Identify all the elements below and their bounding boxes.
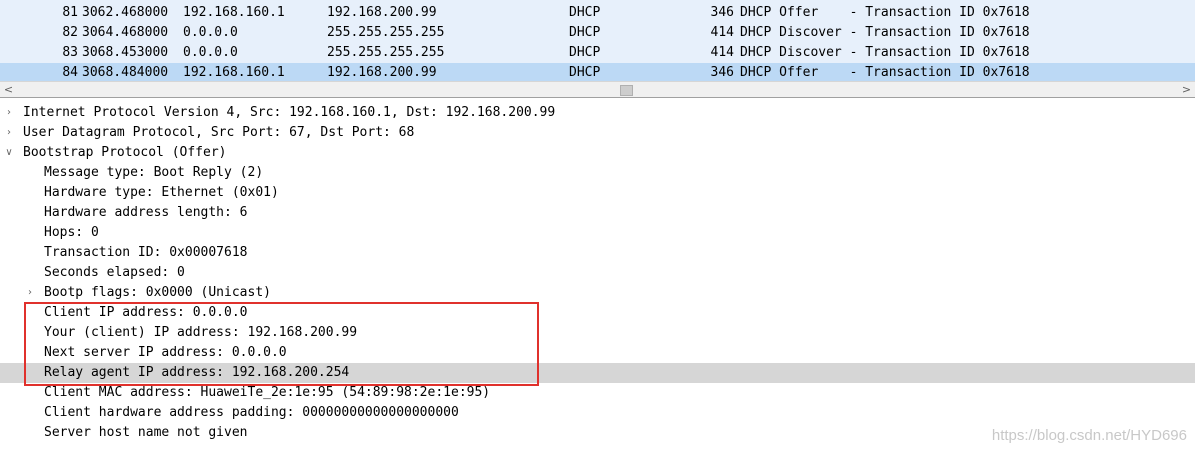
packet-no: 81: [62, 5, 78, 20]
detail-label: Bootstrap Protocol (Offer): [23, 145, 227, 160]
packet-details-tree[interactable]: › Internet Protocol Version 4, Src: 192.1…: [0, 103, 1195, 450]
packet-row[interactable]: 83 3068.453000 0.0.0.0 255.255.255.255 DHCP 4…: [0, 43, 1195, 63]
packet-info: DHCP Discover - Transaction ID 0x7618: [740, 25, 1030, 40]
packet-time: 3068.484000: [82, 65, 169, 80]
detail-label: Hops: 0: [44, 225, 99, 240]
packet-destination: 192.168.200.99: [327, 5, 437, 20]
detail-row[interactable]: › Bootp flags: 0x0000 (Unicast): [0, 283, 1195, 303]
detail-label: Client MAC address: HuaweiTe_2e:1e:95 (5…: [44, 385, 491, 400]
detail-row[interactable]: Transaction ID: 0x00007618: [0, 243, 1195, 263]
packet-gutter: [0, 3, 20, 23]
watermark: https://blog.csdn.net/HYD696: [991, 427, 1187, 444]
detail-label: Internet Protocol Version 4, Src: 192.16…: [23, 105, 556, 120]
packet-info: DHCP Discover - Transaction ID 0x7618: [740, 45, 1030, 60]
packet-gutter: [0, 43, 20, 63]
packet-row[interactable]: 84 3068.484000 192.168.160.1 192.168.200.99…: [0, 63, 1195, 81]
detail-row[interactable]: Hops: 0: [0, 223, 1195, 243]
detail-label: Seconds elapsed: 0: [44, 265, 185, 280]
scroll-left-arrow-icon[interactable]: <: [0, 82, 17, 97]
scrollbar-thumb[interactable]: [620, 85, 633, 96]
collapse-chevron-icon[interactable]: ›: [3, 123, 15, 143]
detail-row[interactable]: Seconds elapsed: 0: [0, 263, 1195, 283]
detail-label: Transaction ID: 0x00007618: [44, 245, 248, 260]
scroll-right-arrow-icon[interactable]: >: [1178, 82, 1195, 97]
packet-destination: 255.255.255.255: [327, 45, 445, 60]
packet-destination: 255.255.255.255: [327, 25, 445, 40]
packet-no: 82: [62, 25, 78, 40]
packet-destination: 192.168.200.99: [327, 65, 437, 80]
detail-row[interactable]: ∨ Bootstrap Protocol (Offer): [0, 143, 1195, 163]
packet-protocol: DHCP: [569, 5, 601, 20]
packet-info: DHCP Offer - Transaction ID 0x7618: [740, 65, 1030, 80]
packet-length: 414: [710, 45, 734, 60]
packet-length: 346: [710, 65, 734, 80]
packet-row[interactable]: 81 3062.468000 192.168.160.1 192.168.200.99…: [0, 3, 1195, 23]
detail-label: Server host name not given: [44, 425, 248, 440]
detail-row[interactable]: Hardware address length: 6: [0, 203, 1195, 223]
packet-row[interactable]: 82 3064.468000 0.0.0.0 255.255.255.255 DHCP 4…: [0, 23, 1195, 43]
packet-protocol: DHCP: [569, 65, 601, 80]
packet-source: 192.168.160.1: [183, 5, 285, 20]
packet-length: 414: [710, 25, 734, 40]
horizontal-scrollbar[interactable]: < >: [0, 81, 1195, 98]
expand-chevron-icon[interactable]: ∨: [3, 143, 15, 163]
detail-label: Message type: Boot Reply (2): [44, 165, 264, 180]
packet-protocol: DHCP: [569, 45, 601, 60]
detail-row[interactable]: Hardware type: Ethernet (0x01): [0, 183, 1195, 203]
packet-gutter: [0, 23, 20, 43]
detail-row[interactable]: Message type: Boot Reply (2): [0, 163, 1195, 183]
detail-label: User Datagram Protocol, Src Port: 67, Ds…: [23, 125, 415, 140]
packet-info: DHCP Offer - Transaction ID 0x7618: [740, 5, 1030, 20]
packet-source: 192.168.160.1: [183, 65, 285, 80]
packet-time: 3068.453000: [82, 45, 169, 60]
detail-row[interactable]: › Internet Protocol Version 4, Src: 192.1…: [0, 103, 1195, 123]
detail-label: Hardware address length: 6: [44, 205, 248, 220]
detail-label: Bootp flags: 0x0000 (Unicast): [44, 285, 271, 300]
packet-source: 0.0.0.0: [183, 45, 238, 60]
packet-protocol: DHCP: [569, 25, 601, 40]
detail-label: Hardware type: Ethernet (0x01): [44, 185, 279, 200]
packet-length: 346: [710, 5, 734, 20]
collapse-chevron-icon[interactable]: ›: [24, 283, 36, 303]
detail-label: Client hardware address padding: 0000000…: [44, 405, 459, 420]
collapse-chevron-icon[interactable]: ›: [3, 103, 15, 123]
packet-source: 0.0.0.0: [183, 25, 238, 40]
annotation-highlight-box: [24, 302, 539, 386]
packet-time: 3062.468000: [82, 5, 169, 20]
packet-list[interactable]: 81 3062.468000 192.168.160.1 192.168.200.99…: [0, 0, 1195, 81]
packet-gutter: [0, 63, 20, 81]
detail-row[interactable]: Client MAC address: HuaweiTe_2e:1e:95 (5…: [0, 383, 1195, 403]
packet-no: 83: [62, 45, 78, 60]
detail-row[interactable]: › User Datagram Protocol, Src Port: 67, D…: [0, 123, 1195, 143]
packet-time: 3064.468000: [82, 25, 169, 40]
detail-row[interactable]: Client hardware address padding: 0000000…: [0, 403, 1195, 423]
packet-no: 84: [62, 65, 78, 80]
